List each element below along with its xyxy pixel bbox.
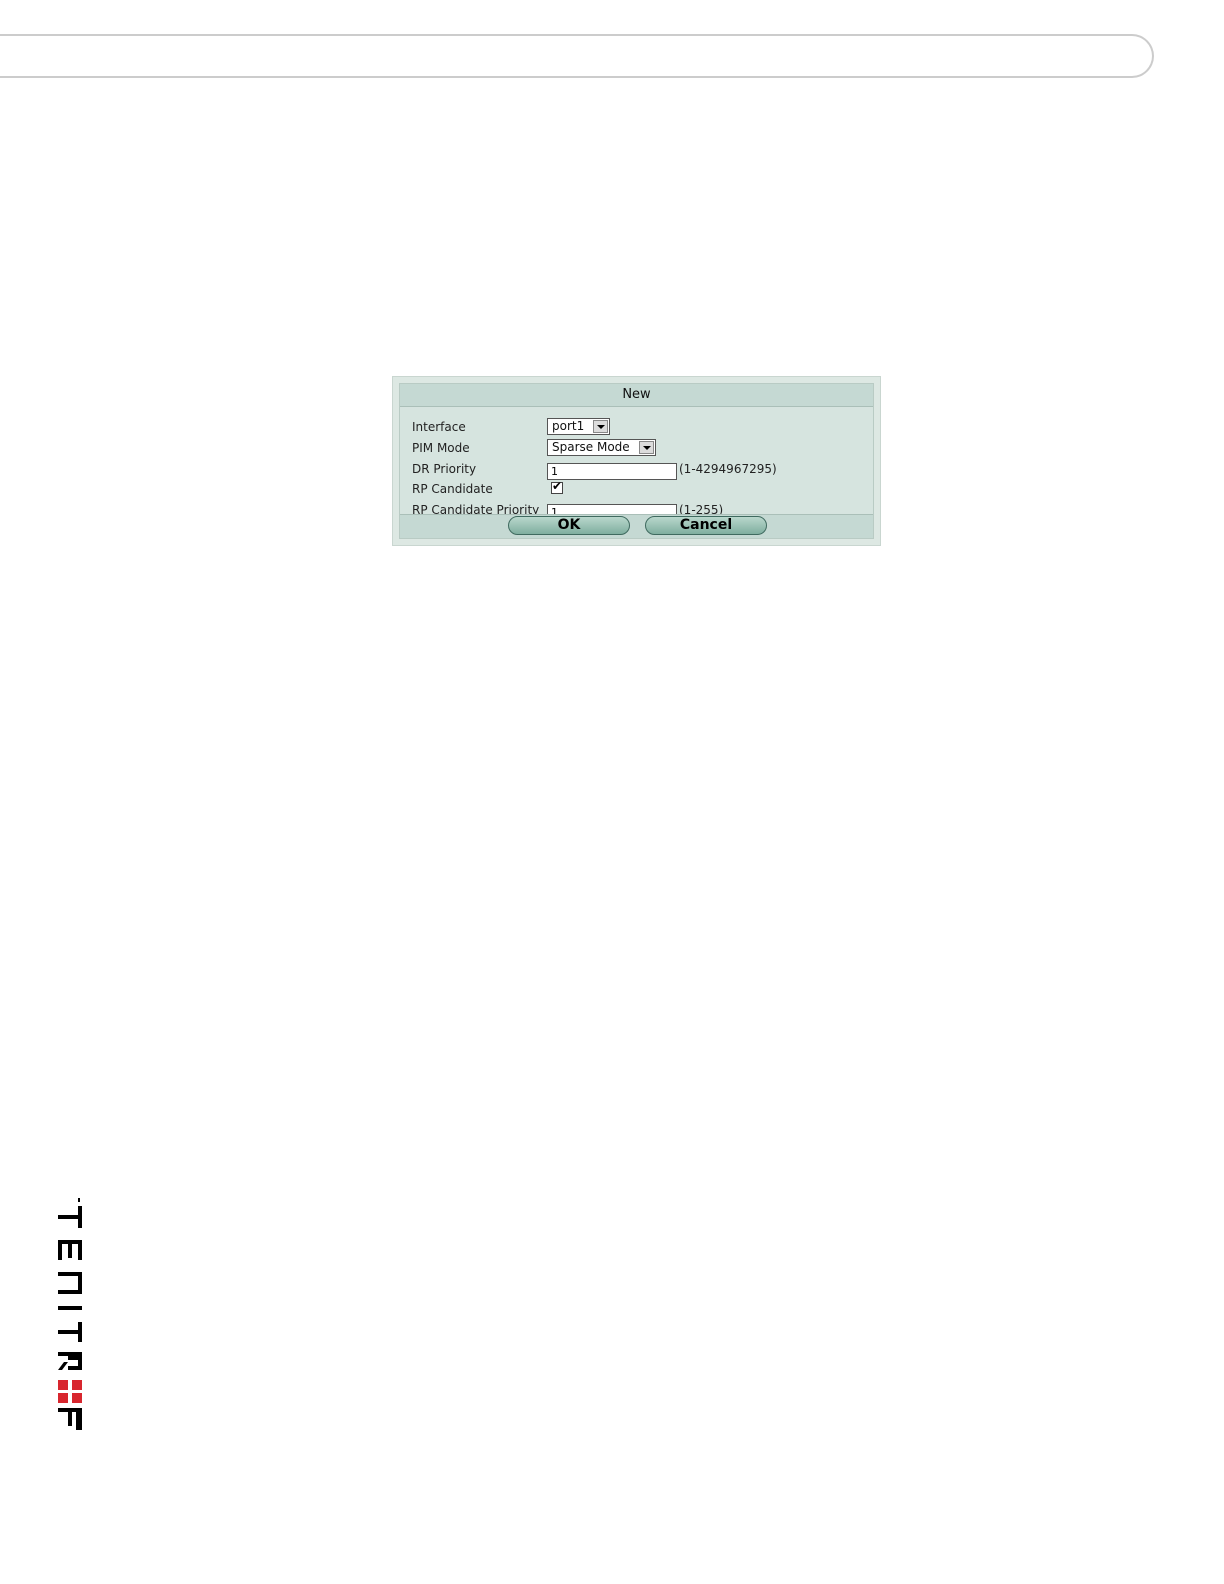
rp-candidate-row: RP Candidate ✔ bbox=[400, 479, 873, 499]
logo-red-square bbox=[58, 1380, 68, 1390]
pim-mode-select-box[interactable]: Sparse Mode bbox=[547, 439, 656, 456]
interface-label: Interface bbox=[412, 420, 466, 434]
checkmark-icon: ✔ bbox=[552, 479, 563, 493]
logo-red-square bbox=[72, 1380, 82, 1390]
interface-row: Interface port1 bbox=[400, 417, 873, 437]
dialog-title: New bbox=[400, 384, 873, 407]
trademark-mark bbox=[78, 1198, 80, 1202]
pim-mode-label: PIM Mode bbox=[412, 441, 470, 455]
interface-select-value: port1 bbox=[552, 419, 585, 433]
interface-select[interactable]: port1 bbox=[547, 418, 610, 435]
rp-candidate-checkbox[interactable]: ✔ bbox=[551, 479, 563, 494]
pim-mode-select-value: Sparse Mode bbox=[552, 440, 630, 454]
dr-priority-input[interactable] bbox=[547, 463, 677, 480]
chevron-down-icon[interactable] bbox=[593, 420, 608, 433]
dialog-body: New Interface port1 PIM Mode Sparse Mode bbox=[399, 383, 874, 539]
dr-priority-label: DR Priority bbox=[412, 462, 477, 476]
page-header-bar bbox=[0, 34, 1154, 78]
new-pim-interface-dialog: New Interface port1 PIM Mode Sparse Mode bbox=[392, 376, 881, 546]
logo-red-square bbox=[58, 1393, 68, 1403]
ok-button[interactable]: OK bbox=[508, 516, 630, 535]
logo-letter-r bbox=[58, 1352, 82, 1356]
dr-priority-field bbox=[547, 460, 677, 480]
logo-letter-i bbox=[58, 1306, 82, 1310]
logo-letter-e bbox=[58, 1240, 82, 1244]
logo-letter-n bbox=[58, 1272, 82, 1276]
chevron-down-icon[interactable] bbox=[639, 441, 654, 454]
logo-letter-t bbox=[78, 1322, 82, 1342]
pim-mode-select[interactable]: Sparse Mode bbox=[547, 439, 656, 456]
dr-priority-row: DR Priority (1-4294967295) bbox=[400, 459, 873, 480]
rp-candidate-label: RP Candidate bbox=[412, 482, 493, 496]
dialog-button-bar: OK Cancel bbox=[400, 514, 873, 538]
fortinet-logo bbox=[58, 1198, 82, 1430]
logo-letter-f bbox=[58, 1408, 82, 1412]
interface-select-box[interactable]: port1 bbox=[547, 418, 610, 435]
logo-letter-t bbox=[78, 1206, 82, 1228]
pim-mode-row: PIM Mode Sparse Mode bbox=[400, 438, 873, 458]
cancel-button[interactable]: Cancel bbox=[645, 516, 767, 535]
logo-red-square bbox=[72, 1393, 82, 1403]
dr-priority-range-hint: (1-4294967295) bbox=[679, 462, 777, 476]
